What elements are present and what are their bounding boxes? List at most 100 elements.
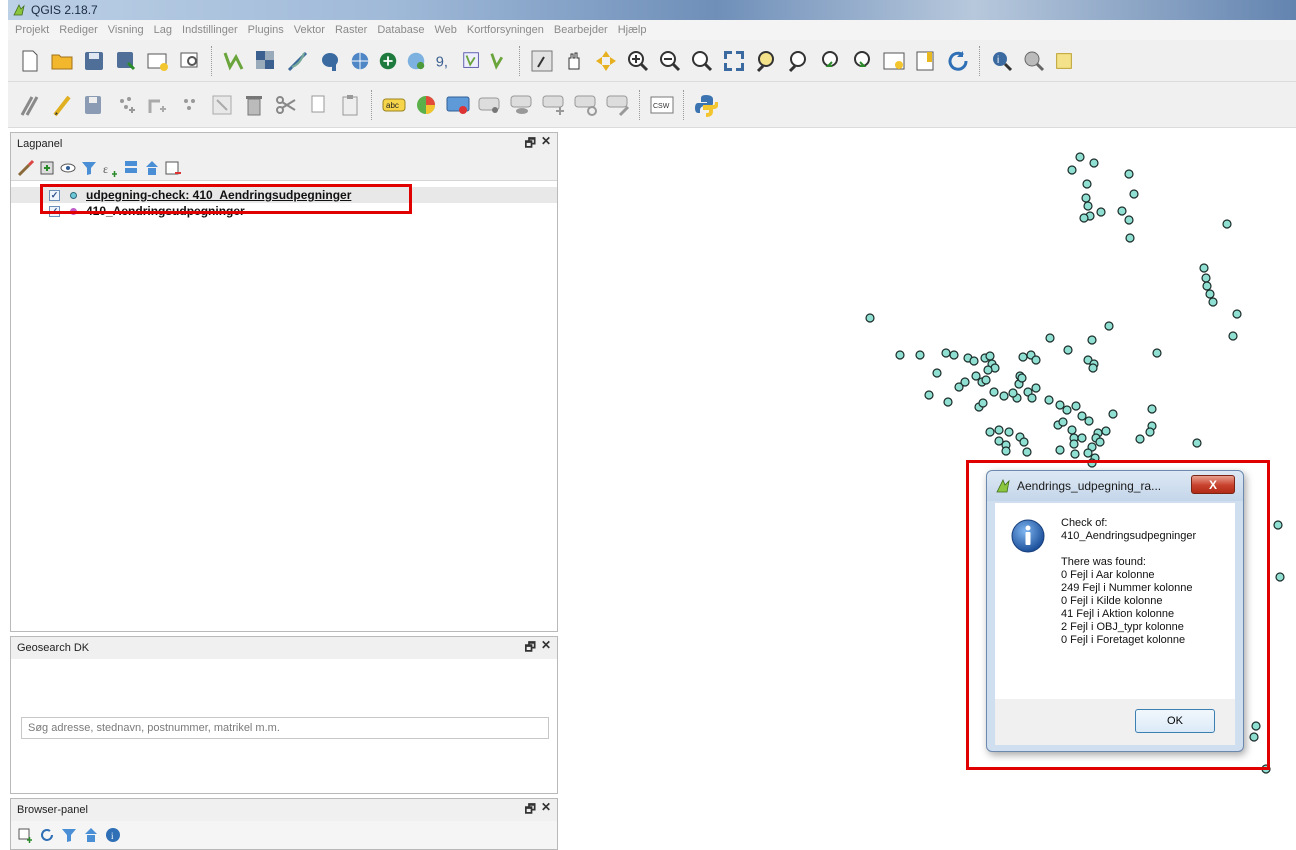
python-console-button[interactable] [693, 92, 719, 118]
zoom-to-selection-button[interactable] [753, 48, 779, 74]
add-wms-button[interactable] [349, 48, 371, 74]
pencil-icon [53, 95, 71, 116]
menu-lag[interactable]: Lag [149, 24, 177, 36]
close-panel-icon[interactable]: ✕ [541, 638, 551, 659]
float-panel-icon[interactable]: 🗗 [525, 638, 536, 659]
float-panel-icon[interactable]: 🗗 [525, 800, 536, 821]
new-shapefile-icon [490, 52, 504, 70]
menu-vektor[interactable]: Vektor [289, 24, 330, 36]
menu-visning[interactable]: Visning [103, 24, 149, 36]
map-point [985, 351, 995, 361]
map-point [1147, 404, 1157, 414]
highlight-pinned-labels-button[interactable] [477, 92, 503, 118]
touch-zoom-button[interactable] [529, 48, 555, 74]
menu-database[interactable]: Database [372, 24, 429, 36]
filter-expression-icon[interactable]: ε [101, 159, 119, 177]
add-vector-layer-button[interactable] [221, 48, 247, 74]
menu-bearbejder[interactable]: Bearbejder [549, 24, 613, 36]
action-button[interactable] [1021, 48, 1047, 74]
select-features-button[interactable] [1053, 48, 1075, 74]
filter-icon[interactable] [61, 827, 77, 843]
change-label-button[interactable] [605, 92, 631, 118]
map-point [1031, 383, 1041, 393]
add-wfs-button[interactable] [377, 48, 399, 74]
menu-indstillinger[interactable]: Indstillinger [177, 24, 243, 36]
add-delimited-text-button[interactable]: 9, [433, 48, 455, 74]
eye-icon[interactable] [59, 159, 77, 177]
menu-rediger[interactable]: Rediger [54, 24, 103, 36]
identify-features-button[interactable]: i [989, 48, 1015, 74]
new-project-button[interactable] [17, 48, 43, 74]
node-tool-button[interactable] [177, 92, 203, 118]
expand-all-icon[interactable] [122, 159, 140, 177]
copy-features-button[interactable] [305, 92, 331, 118]
filter-icon[interactable] [80, 159, 98, 177]
new-shapefile-button[interactable] [489, 48, 511, 74]
info-icon[interactable]: i [105, 827, 121, 843]
zoom-out-button[interactable] [657, 48, 683, 74]
zoom-full-button[interactable] [721, 48, 747, 74]
csw-button[interactable]: CSW [649, 92, 675, 118]
layer-labeling-button[interactable]: abc [381, 92, 407, 118]
add-postgis-button[interactable] [317, 48, 343, 74]
highlight-label-icon [478, 97, 500, 113]
style-brush-icon[interactable] [17, 159, 35, 177]
menu-projekt[interactable]: Projekt [10, 24, 54, 36]
pan-to-selection-button[interactable] [593, 48, 619, 74]
zoom-native-button[interactable] [689, 48, 715, 74]
remove-layer-icon[interactable] [164, 159, 182, 177]
close-panel-icon[interactable]: ✕ [541, 134, 551, 155]
save-project-button[interactable] [81, 48, 107, 74]
add-spatialite-button[interactable] [285, 48, 311, 74]
composer-manager-button[interactable] [177, 48, 203, 74]
current-edits-button[interactable] [17, 92, 43, 118]
zoom-next-button[interactable] [849, 48, 875, 74]
move-label-button[interactable] [541, 92, 567, 118]
collapse-all-icon[interactable] [83, 827, 99, 843]
save-edits-button[interactable] [81, 92, 107, 118]
refresh-icon[interactable] [39, 827, 55, 843]
save-icon [85, 51, 103, 70]
menu-plugins[interactable]: Plugins [243, 24, 289, 36]
close-panel-icon[interactable]: ✕ [541, 800, 551, 821]
map-point [1077, 411, 1087, 421]
toolbar-separator [211, 45, 213, 76]
add-raster-layer-button[interactable] [253, 48, 279, 74]
new-print-composer-button[interactable] [145, 48, 171, 74]
layer-diagram-button[interactable] [413, 92, 439, 118]
collapse-all-icon[interactable] [143, 159, 161, 177]
pan-map-button[interactable] [561, 48, 587, 74]
add-selected-layer-icon[interactable] [17, 827, 33, 843]
paste-features-button[interactable] [337, 92, 363, 118]
add-wcs-button[interactable] [405, 48, 427, 74]
toggle-editing-button[interactable] [49, 92, 75, 118]
add-feature-button[interactable] [113, 92, 139, 118]
trash-button[interactable] [241, 92, 267, 118]
map-point [960, 377, 970, 387]
new-map-view-button[interactable] [881, 48, 907, 74]
cut-features-button[interactable] [273, 92, 299, 118]
menu-raster[interactable]: Raster [330, 24, 372, 36]
save-as-button[interactable] [113, 48, 139, 74]
float-panel-icon[interactable]: 🗗 [525, 134, 536, 155]
rotate-label-button[interactable] [573, 92, 599, 118]
map-point [1001, 446, 1011, 456]
zoom-last-button[interactable] [817, 48, 843, 74]
menu-hjaelp[interactable]: Hjælp [613, 24, 652, 36]
menu-kortforsyningen[interactable]: Kortforsyningen [462, 24, 549, 36]
menu-web[interactable]: Web [429, 24, 461, 36]
move-feature-button[interactable] [145, 92, 171, 118]
show-hide-labels-button[interactable] [509, 92, 535, 118]
refresh-button[interactable] [945, 48, 971, 74]
delete-selected-button[interactable] [209, 92, 235, 118]
hand-icon [568, 52, 580, 69]
open-project-button[interactable] [49, 48, 75, 74]
pin-labels-button[interactable] [445, 92, 471, 118]
geosearch-input[interactable] [21, 717, 549, 739]
add-virtual-layer-button[interactable] [461, 48, 483, 74]
map-point [941, 348, 951, 358]
new-bookmark-button[interactable] [913, 48, 939, 74]
zoom-to-layer-button[interactable] [785, 48, 811, 74]
add-group-icon[interactable] [38, 159, 56, 177]
zoom-in-button[interactable] [625, 48, 651, 74]
